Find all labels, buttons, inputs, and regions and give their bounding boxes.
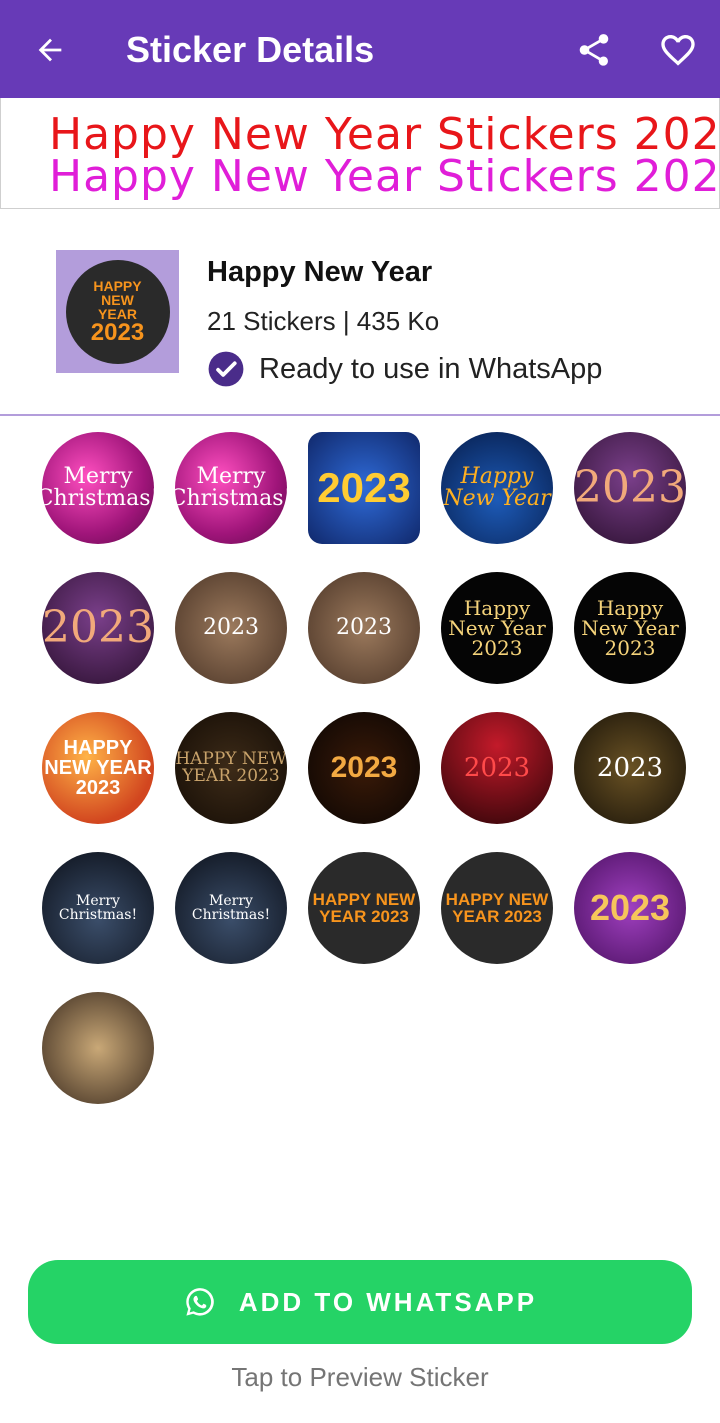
sticker-9-text: Happy New Year 2023 xyxy=(448,596,546,660)
sticker-14[interactable]: 2023 xyxy=(441,712,553,824)
sticker-17-text: Merry Christmas! xyxy=(191,893,271,923)
sticker-2[interactable]: Merry Christmas! xyxy=(175,432,287,544)
sticker-16-text: Merry Christmas! xyxy=(58,893,138,923)
sticker-2-text: Merry Christmas! xyxy=(175,464,287,511)
sticker-3[interactable]: 2023 xyxy=(308,432,420,544)
banner-line-2: Happy New Year Stickers 2023 xyxy=(49,151,720,202)
sticker-19-text: HAPPY NEW YEAR 2023 xyxy=(445,890,549,926)
share-icon xyxy=(579,34,609,66)
sticker-18[interactable]: HAPPY NEW YEAR 2023 xyxy=(308,852,420,964)
sticker-1-text: Merry Christmas! xyxy=(42,464,154,511)
sticker-18-text: HAPPY NEW YEAR 2023 xyxy=(312,890,416,926)
sticker-15[interactable]: 2023 xyxy=(574,712,686,824)
pack-name: Happy New Year xyxy=(207,256,433,288)
sticker-8-text: 2023 xyxy=(336,615,392,640)
sticker-grid: Merry Christmas! Merry Christmas! 2023 H… xyxy=(0,416,720,1116)
sticker-11[interactable]: HAPPY NEW YEAR 2023 xyxy=(42,712,154,824)
sticker-13-text: 2023 xyxy=(330,751,398,784)
sticker-13[interactable]: 2023 xyxy=(308,712,420,824)
sticker-7[interactable]: 2023 xyxy=(175,572,287,684)
sticker-8[interactable]: 2023 xyxy=(308,572,420,684)
tray-text-2: NEW xyxy=(101,291,134,308)
app-bar: Sticker Details xyxy=(0,0,720,98)
sticker-6[interactable]: 2023 xyxy=(42,572,154,684)
tray-icon: HAPPY NEW YEAR 2023 xyxy=(56,250,179,373)
check-circle-icon xyxy=(208,351,244,387)
sticker-12[interactable]: HAPPY NEW YEAR 2023 xyxy=(175,712,287,824)
sticker-11-text: HAPPY NEW YEAR 2023 xyxy=(44,737,152,799)
add-button-label: ADD TO WHATSAPP xyxy=(238,1286,538,1317)
sticker-20[interactable]: 2023 xyxy=(574,852,686,964)
tray-text-1: HAPPY xyxy=(93,277,142,294)
banner[interactable]: Happy New Year Stickers 2023 Happy New Y… xyxy=(0,98,720,209)
arrow-left-icon xyxy=(38,38,62,62)
sticker-16[interactable]: Merry Christmas! xyxy=(42,852,154,964)
page-title: Sticker Details xyxy=(126,29,375,70)
sticker-3-text: 2023 xyxy=(317,464,411,511)
favorite-button[interactable] xyxy=(652,26,704,74)
sticker-4-text: Happy New Year xyxy=(443,464,551,511)
sticker-7-text: 2023 xyxy=(203,615,259,640)
sticker-17[interactable]: Merry Christmas! xyxy=(175,852,287,964)
sticker-19[interactable]: HAPPY NEW YEAR 2023 xyxy=(441,852,553,964)
sticker-4[interactable]: Happy New Year xyxy=(441,432,553,544)
ready-text: Ready to use in WhatsApp xyxy=(259,352,603,385)
share-button[interactable] xyxy=(570,26,618,74)
sticker-15-text: 2023 xyxy=(596,753,664,783)
sticker-6-text: 2023 xyxy=(42,602,154,653)
sticker-14-text: 2023 xyxy=(463,753,531,783)
sticker-1[interactable]: Merry Christmas! xyxy=(42,432,154,544)
sticker-21[interactable] xyxy=(42,992,154,1104)
pack-meta: 21 Stickers | 435 Ko xyxy=(207,306,440,336)
tray-text-4: 2023 xyxy=(90,318,145,346)
heart-outline-icon xyxy=(661,35,695,66)
preview-hint: Tap to Preview Sticker xyxy=(231,1362,489,1392)
sticker-5-text: 2023 xyxy=(574,462,686,513)
sticker-12-text: HAPPY NEW YEAR 2023 xyxy=(175,749,287,786)
ready-status: Ready to use in WhatsApp xyxy=(207,350,602,388)
sticker-9[interactable]: Happy New Year 2023 xyxy=(441,572,553,684)
sticker-5[interactable]: 2023 xyxy=(574,432,686,544)
banner-ad[interactable]: Happy New Year Stickers 2023 Happy New Y… xyxy=(23,98,720,208)
whatsapp-icon xyxy=(186,1288,214,1316)
pack-header: HAPPY NEW YEAR 2023 Happy New Year 21 St… xyxy=(0,210,720,415)
sticker-10[interactable]: Happy New Year 2023 xyxy=(574,572,686,684)
sticker-10-text: Happy New Year 2023 xyxy=(581,596,679,660)
back-button[interactable] xyxy=(24,24,76,76)
add-to-whatsapp-button[interactable]: ADD TO WHATSAPP xyxy=(28,1260,692,1344)
sticker-20-text: 2023 xyxy=(589,887,671,928)
